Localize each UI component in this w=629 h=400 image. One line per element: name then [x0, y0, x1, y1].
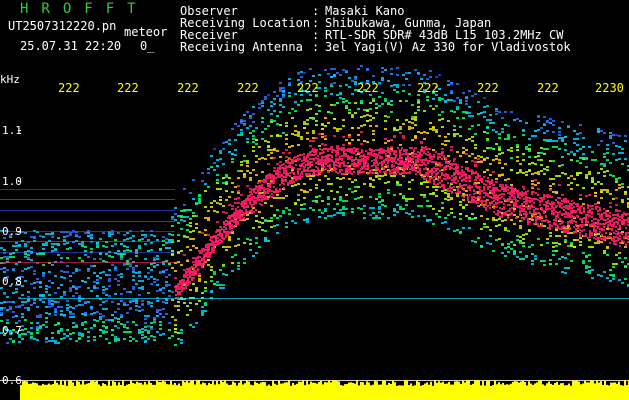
x-tick-label: 222	[417, 81, 439, 95]
date-time: 25.07.31 22:20	[20, 39, 122, 53]
noise-field	[0, 65, 629, 346]
x-tick-label: 222	[177, 81, 199, 95]
x-tick-label: 222	[357, 81, 379, 95]
app-title: HROFFT	[20, 1, 149, 17]
grid-ticks	[18, 130, 21, 381]
x-tick-label: 222	[117, 81, 139, 95]
x-tick-label: 2230	[595, 81, 624, 95]
y-tick-label: 0.6	[2, 374, 22, 387]
file-name: UT2507312220.pn	[8, 19, 117, 33]
y-tick-label: 1.0	[2, 175, 22, 188]
x-tick-label: 222	[537, 81, 559, 95]
y-tick-label: 0.7	[2, 324, 22, 337]
spectrogram	[0, 65, 629, 400]
type-label: meteor	[124, 25, 168, 39]
x-tick-label: 222	[477, 81, 499, 95]
x-tick-label: 222	[237, 81, 259, 95]
hrofft-window: HROFFT UT2507312220.pn meteor 25.07.31 2…	[0, 0, 629, 400]
y-axis-unit: kHz	[0, 73, 20, 86]
colon: :	[312, 40, 320, 54]
y-tick-label: 0.9	[2, 225, 22, 238]
y-tick-label: 1.1	[2, 124, 22, 137]
antenna-value: 3el Yagi(V) Az 330 for Vladivostok	[325, 40, 571, 54]
step-label: 0_	[140, 39, 155, 53]
y-tick-label: 0.8	[2, 275, 22, 288]
level-meter	[0, 380, 629, 400]
antenna-label: Receiving Antenna	[180, 40, 303, 54]
x-tick-label: 222	[58, 81, 80, 95]
x-tick-label: 222	[297, 81, 319, 95]
